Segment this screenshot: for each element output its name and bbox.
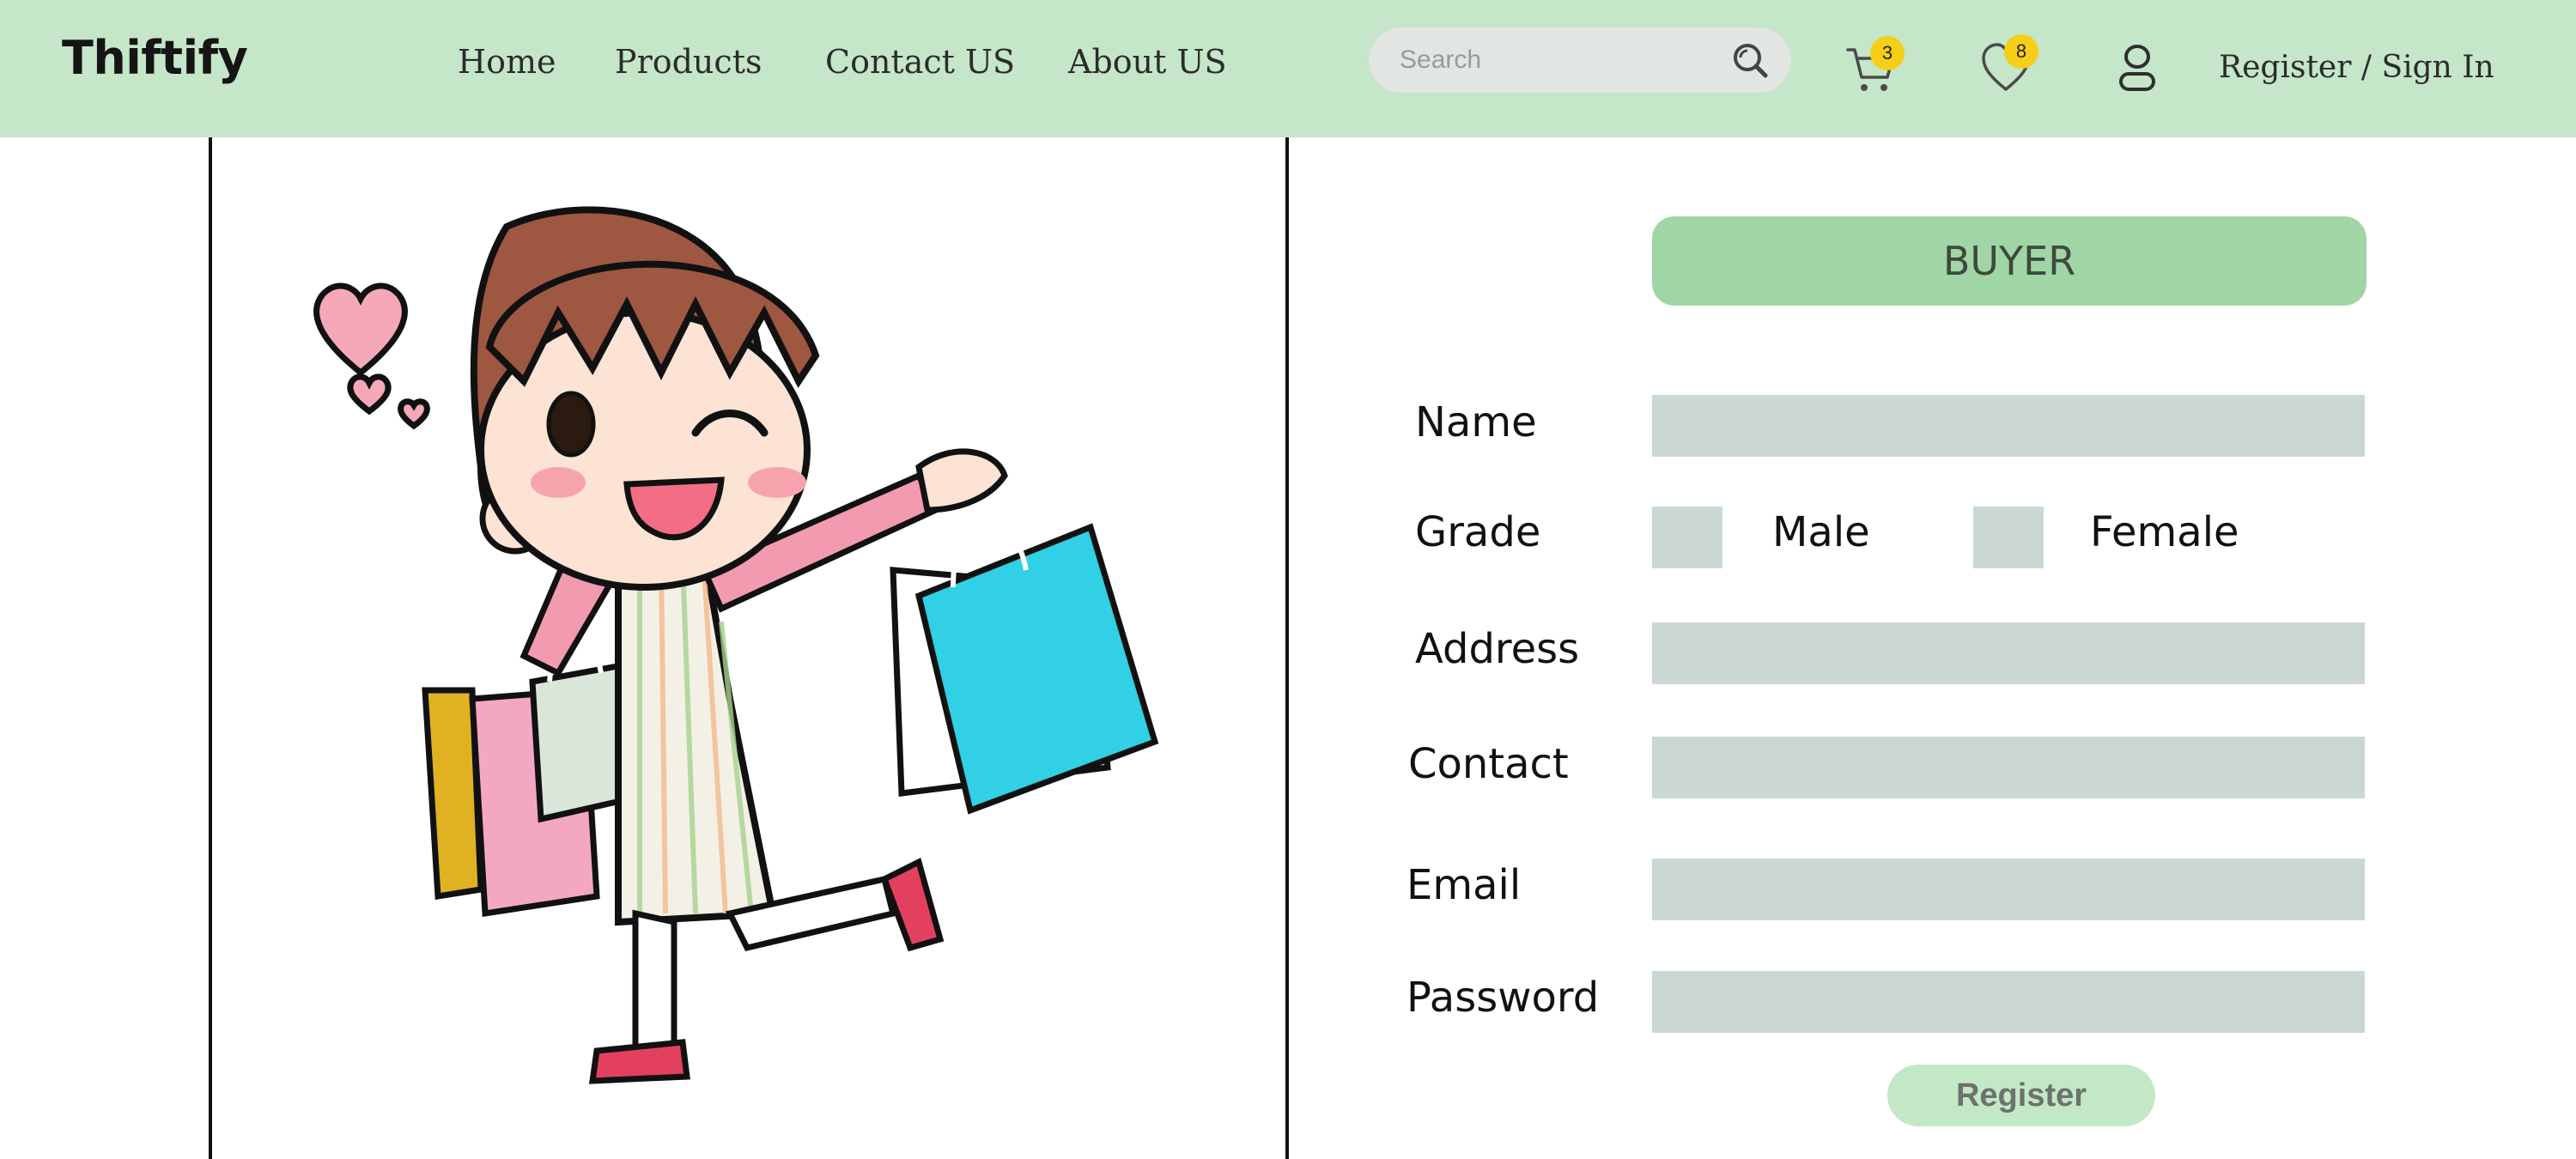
left-cheek [531,467,586,498]
contact-label: Contact [1408,740,1569,788]
contact-input[interactable] [1652,737,2365,798]
search-input[interactable] [1400,27,1726,93]
cart-count-badge: 3 [1870,36,1905,70]
name-label: Name [1415,398,1537,446]
grade-label: Grade [1415,508,1541,556]
register-sign-in-link[interactable]: Register / Sign In [2219,50,2494,85]
male-option-label: Male [1772,508,1870,556]
name-input[interactable] [1652,395,2365,457]
cart-button[interactable]: 3 [1844,36,1905,96]
nav-link-products[interactable]: Products [615,43,762,81]
nav-link-contact-us[interactable]: Contact US [825,43,1015,81]
left-shoe [588,1039,690,1084]
password-input[interactable] [1652,971,2365,1033]
female-checkbox[interactable] [1973,507,2044,568]
right-shopping-bags [890,518,1159,815]
email-label: Email [1406,861,1522,909]
female-option-label: Female [2090,508,2239,556]
search-icon[interactable] [1731,41,1769,79]
email-input[interactable] [1652,859,2365,920]
wishlist-button[interactable]: 8 [1980,34,2038,96]
panel-left-border [209,137,212,1159]
nav-link-about-us[interactable]: About US [1068,43,1227,81]
buyer-role-banner: BUYER [1652,216,2366,306]
wishlist-count-badge: 8 [2004,34,2038,69]
user-icon[interactable] [2116,45,2159,94]
site-logo[interactable]: Thiftify [62,31,248,85]
top-navbar: Thiftify Home Products Contact US About … [0,0,2576,137]
left-eye [546,391,596,458]
register-button[interactable]: Register [1887,1065,2155,1126]
right-hand [915,448,1008,513]
panel-right-border [1285,137,1289,1159]
left-shopping-bags [422,633,639,918]
right-shoe [880,857,945,952]
shopping-girl-illustration [313,206,1159,1084]
male-checkbox[interactable] [1652,507,1722,568]
right-cheek [748,467,806,498]
search-bar [1369,27,1791,93]
password-label: Password [1406,974,1600,1022]
address-label: Address [1415,625,1580,673]
nav-link-home[interactable]: Home [458,43,556,81]
address-input[interactable] [1652,622,2365,684]
hearts-decoration [313,282,430,430]
